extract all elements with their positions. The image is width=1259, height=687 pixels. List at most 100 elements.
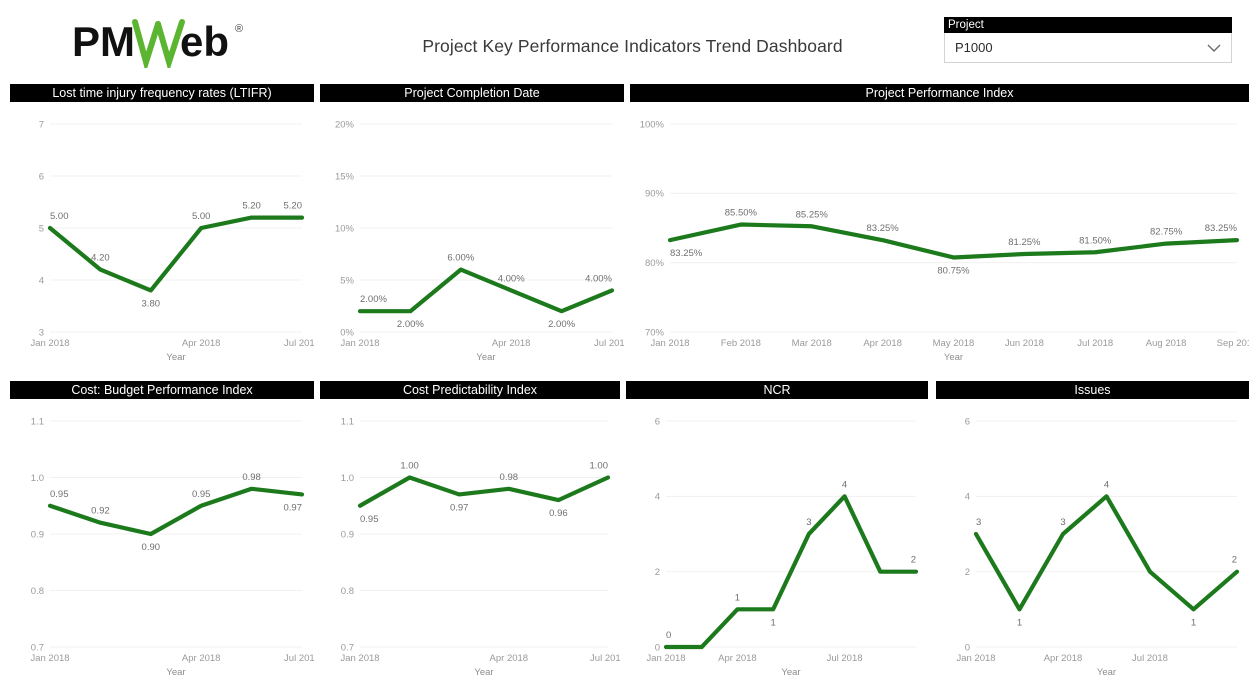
panel-issues: Issues 0 2 4 6 3 1 3 4 1 2 Jan 2018 Apr 2018 Jul 201… [936,381,1249,685]
panel-ncr: NCR 0 2 4 6 0 1 1 3 4 2 Jan 2018 Apr 2018 Jul 2018 Ye… [626,381,928,685]
x-axis-tick-label: Apr 2018 [1044,653,1083,664]
x-axis-tick-label: Mar 2018 [792,338,832,349]
data-point-label: 85.50% [725,208,758,219]
x-axis-tick-label: Jul 2018 [284,338,314,349]
y-axis-tick-label: 70% [645,327,665,338]
x-axis-tick-label: Jul 2018 [827,653,863,664]
y-axis-tick-label: 6 [965,416,970,427]
x-axis-title: Year [474,667,493,678]
x-axis-tick-label: Feb 2018 [721,338,761,349]
data-point-label: 81.25% [1008,237,1041,248]
x-axis-tick-label: Jul 2018 [594,338,624,349]
x-axis-title: Year [1097,667,1116,678]
data-point-label: 1 [1191,617,1196,628]
chart-issues[interactable]: 0 2 4 6 3 1 3 4 1 2 Jan 2018 Apr 2018 Jul 2018 Year [936,399,1249,685]
chart-svg-cpi: 0.7 0.8 0.9 1.0 1.1 0.95 1.00 0.97 0.98 0.96 1.00 J… [340,416,620,678]
y-axis-tick-label: 0 [655,642,660,653]
data-point-label: 4.20 [91,253,110,264]
data-point-label: 4.00% [498,273,525,284]
y-axis-tick-label: 15% [335,171,355,182]
data-point-label: 80.75% [937,265,970,276]
series-line[interactable] [973,494,1240,612]
data-point-label: 0.90 [142,542,161,553]
data-point-label: 4 [842,479,847,490]
chart-svg-ncr: 0 2 4 6 0 1 1 3 4 2 Jan 2018 Apr 2018 Jul 2018 Year [646,416,919,678]
data-point-label: 5.20 [242,201,261,212]
x-axis-tick-label: Jul 2018 [284,653,314,664]
y-axis-tick-label: 4 [965,492,970,503]
y-axis-tick-label: 2 [965,567,970,578]
data-point-label: 4 [1104,479,1109,490]
series-line[interactable] [47,215,305,293]
x-axis-title: Year [781,667,800,678]
data-point-label: 2.00% [397,319,424,330]
y-axis-tick-label: 6 [39,171,44,182]
data-point-label: 1.00 [400,461,419,472]
x-axis-tick-label: Jun 2018 [1005,338,1044,349]
x-axis-tick-label: Jan 2018 [956,653,995,664]
data-point-label: 1 [735,592,740,603]
y-axis-tick-label: 80% [645,258,665,269]
x-axis-title: Year [166,667,185,678]
chart-svg-ppi: 70% 80% 90% 100% 83.25% 85.50% 85.25% 83.25% 80.… [640,119,1249,363]
chart-project-performance-index[interactable]: 70% 80% 90% 100% 83.25% 85.50% 85.25% 83.25% 80.… [630,102,1249,370]
data-point-label: 81.50% [1079,235,1112,246]
chart-ncr[interactable]: 0 2 4 6 0 1 1 3 4 2 Jan 2018 Apr 2018 Jul 2018 Year [626,399,928,685]
x-axis-tick-label: Sep 2018 [1217,338,1249,349]
data-point-label: 0.97 [284,502,303,513]
data-point-label: 0.98 [500,472,519,483]
svg-text:®: ® [235,23,243,35]
panel-project-completion-date: Project Completion Date 0% 5% 10% 15% 20% 2.0… [320,84,624,370]
y-axis-tick-label: 2 [655,567,660,578]
y-axis-tick-label: 7 [39,119,44,130]
data-point-label: 5.20 [284,201,303,212]
y-axis-tick-label: 0.8 [31,586,44,597]
x-axis-tick-label: Jan 2018 [30,338,69,349]
panel-ltifr: Lost time injury frequency rates (LTIFR)… [10,84,314,370]
chart-svg-ltifr: 3 4 5 6 7 5.00 4.20 3.80 5.00 5.20 5.20 Jan 2018 Apr… [30,119,314,363]
data-point-label: 83.25% [867,223,900,234]
y-axis-tick-label: 4 [655,492,660,503]
y-axis-tick-label: 100% [640,119,665,130]
data-point-label: 5.00 [50,211,69,222]
series-line[interactable] [47,486,305,537]
panel-cost-budget-performance-index: Cost: Budget Performance Index 0.7 0.8 0.9… [10,381,314,685]
data-point-label: 83.25% [1205,223,1238,234]
y-axis-tick-label: 0.7 [341,642,354,653]
x-axis-tick-label: Apr 2018 [718,653,757,664]
page-title: Project Key Performance Indicators Trend… [422,36,843,56]
chart-cost-budget-performance-index[interactable]: 0.7 0.8 0.9 1.0 1.1 0.95 0.92 0.90 0.95 0.98 0.97 J… [10,399,314,685]
y-axis-tick-label: 1.1 [341,416,354,427]
chart-svg-bpi: 0.7 0.8 0.9 1.0 1.1 0.95 0.92 0.90 0.95 0.98 0.97 J… [30,416,314,678]
data-point-label: 1 [1017,617,1022,628]
data-point-label: 1.00 [590,461,609,472]
chevron-down-icon[interactable] [1205,39,1223,57]
y-axis-tick-label: 5 [39,223,44,234]
chart-svg-completion: 0% 5% 10% 15% 20% 2.00% 2.00% 6.00% 4.00% 2.00% 4.… [335,119,624,363]
svg-text:PM: PM [72,18,135,65]
chart-cost-predictability-index[interactable]: 0.7 0.8 0.9 1.0 1.1 0.95 1.00 0.97 0.98 0.96 1.00 J… [320,399,620,685]
data-point-label: 6.00% [447,253,474,264]
data-point-label: 3.80 [142,298,161,309]
y-axis-tick-label: 0.9 [31,529,44,540]
y-axis-tick-label: 1.0 [31,473,44,484]
series-line[interactable] [357,267,615,314]
data-point-label: 85.25% [796,209,829,220]
x-axis-tick-label: Jan 2018 [340,338,379,349]
series-line[interactable] [357,475,611,508]
chart-ltifr[interactable]: 3 4 5 6 7 5.00 4.20 3.80 5.00 5.20 5.20 Jan 2018 Apr… [10,102,314,370]
x-axis-tick-label: Apr 2018 [492,338,531,349]
y-axis-tick-label: 6 [655,416,660,427]
panel-title-project-completion-date: Project Completion Date [320,84,624,102]
panel-title-cost-predictability-index: Cost Predictability Index [320,381,620,399]
project-slicer-label: Project [944,17,1232,33]
project-slicer[interactable]: Project P1000 [944,17,1232,63]
chart-project-completion-date[interactable]: 0% 5% 10% 15% 20% 2.00% 2.00% 6.00% 4.00% 2.00% 4.… [320,102,624,370]
data-point-label: 3 [806,517,811,528]
y-axis-tick-label: 5% [340,275,354,286]
data-point-label: 0.98 [242,472,261,483]
y-axis-tick-label: 0.7 [31,642,44,653]
panel-title-ncr: NCR [626,381,928,399]
y-axis-tick-label: 10% [335,223,355,234]
project-slicer-dropdown[interactable]: P1000 [944,33,1232,63]
